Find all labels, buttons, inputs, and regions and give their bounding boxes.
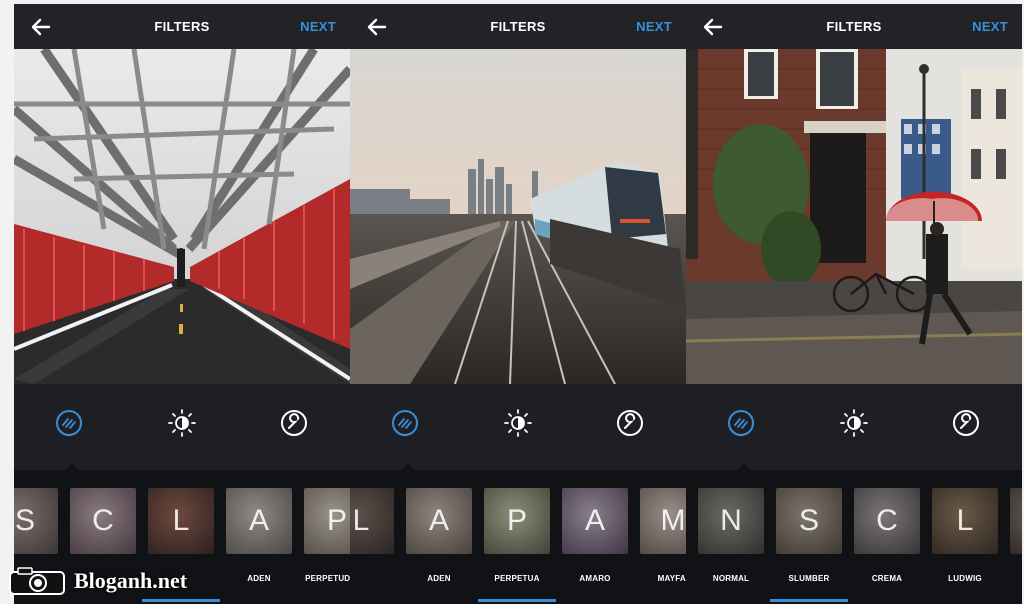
- selected-filter-indicator: [142, 599, 220, 602]
- selected-filter-indicator: [770, 599, 848, 602]
- filter-letter: P: [326, 504, 347, 537]
- filter-strip: N S C L NORMAL SLUMBER CREMA LUDWIG: [686, 470, 1022, 604]
- selected-tool-caret: [66, 462, 78, 470]
- filter-thumbnail[interactable]: L: [932, 488, 998, 554]
- back-arrow-icon[interactable]: [702, 16, 724, 38]
- filter-icon[interactable]: [390, 408, 420, 438]
- filter-thumbnail[interactable]: L: [148, 488, 214, 554]
- filter-label[interactable]: LUDWIG: [926, 574, 1004, 583]
- lux-icon[interactable]: [167, 408, 197, 438]
- filter-letter: S: [14, 504, 35, 537]
- top-bar: NEXT: [350, 4, 686, 49]
- photo-preview-street: [686, 49, 1022, 384]
- filter-letter: M: [660, 504, 686, 537]
- edit-tools-bar: [14, 384, 350, 470]
- filter-thumbnail[interactable]: C: [854, 488, 920, 554]
- watermark: Bloganh.net: [8, 566, 187, 596]
- selected-tool-caret: [738, 462, 750, 470]
- filter-thumbnail[interactable]: M: [640, 488, 686, 554]
- filter-icon[interactable]: [54, 408, 84, 438]
- back-arrow-icon[interactable]: [30, 16, 52, 38]
- next-button[interactable]: NEXT: [636, 19, 672, 34]
- filter-label[interactable]: ADEN: [220, 574, 298, 583]
- filter-letter: L: [956, 504, 974, 537]
- lux-icon[interactable]: [839, 408, 869, 438]
- edit-tools-bar: [350, 384, 686, 470]
- filter-letter: L: [172, 504, 190, 537]
- filter-label[interactable]: PERPETUA: [478, 574, 556, 583]
- filter-icon[interactable]: [726, 408, 756, 438]
- filter-thumbnail[interactable]: A: [406, 488, 472, 554]
- filter-thumbnail[interactable]: C: [70, 488, 136, 554]
- next-button[interactable]: NEXT: [972, 19, 1008, 34]
- filter-thumbnail[interactable]: S: [776, 488, 842, 554]
- filter-thumbnail[interactable]: [1010, 488, 1022, 554]
- selected-tool-caret: [402, 462, 414, 470]
- filter-letter: S: [798, 504, 819, 537]
- wrench-icon[interactable]: [951, 408, 981, 438]
- filter-strip: L A P A M ADEN PERPETUA AMARO MAYFAI: [350, 470, 686, 604]
- filter-label[interactable]: AMARO: [556, 574, 634, 583]
- filter-letter: P: [506, 504, 527, 537]
- filter-label[interactable]: PERPETUDWIG: [296, 574, 350, 583]
- filter-thumbnail[interactable]: S: [14, 488, 58, 554]
- wrench-icon[interactable]: [279, 408, 309, 438]
- selected-filter-indicator: [478, 599, 556, 602]
- filter-thumbnail[interactable]: N: [698, 488, 764, 554]
- wrench-icon[interactable]: [615, 408, 645, 438]
- lux-icon[interactable]: [503, 408, 533, 438]
- top-bar: NEXT: [14, 4, 350, 49]
- filter-thumbnail[interactable]: A: [562, 488, 628, 554]
- filter-letter: [1010, 488, 1022, 554]
- filters-screen-3: NEXT FILTERS N S C L NORMAL SLUMBER CREM…: [686, 4, 1022, 604]
- app-screens: NEXT FILTERS S C L A P ADEN PERPETUD NEX…: [14, 4, 1022, 604]
- filter-label[interactable]: MAYFAI: [634, 574, 686, 583]
- filter-letter: L: [352, 504, 370, 537]
- next-button[interactable]: NEXT: [300, 19, 336, 34]
- filter-letter: C: [92, 504, 114, 537]
- filter-thumbnail[interactable]: A: [226, 488, 292, 554]
- filter-thumbnail[interactable]: P: [304, 488, 350, 554]
- filter-letter: N: [720, 504, 742, 537]
- filter-label[interactable]: CREMA: [848, 574, 926, 583]
- filter-label[interactable]: NORMAL: [692, 574, 770, 583]
- filter-label[interactable]: SLUMBER: [770, 574, 848, 583]
- filters-screen-2: NEXT FILTERS L A P A M ADEN PERPETUA AMA…: [350, 4, 686, 604]
- filter-letter: A: [584, 504, 605, 537]
- filter-label[interactable]: ADEN: [400, 574, 478, 583]
- photo-preview-bridge: [14, 49, 350, 384]
- filter-letter: A: [428, 504, 449, 537]
- filter-thumbnail[interactable]: P: [484, 488, 550, 554]
- edit-tools-bar: [686, 384, 1022, 470]
- top-bar: NEXT: [686, 4, 1022, 49]
- camera-logo-icon: [9, 567, 65, 595]
- back-arrow-icon[interactable]: [366, 16, 388, 38]
- filter-letter: A: [248, 504, 269, 537]
- filter-letter: C: [876, 504, 898, 537]
- filter-thumbnail[interactable]: L: [350, 488, 394, 554]
- watermark-text: Bloganh.net: [74, 568, 188, 593]
- filters-screen-1: NEXT FILTERS S C L A P ADEN PERPETUD: [14, 4, 350, 604]
- photo-preview-train: [350, 49, 686, 384]
